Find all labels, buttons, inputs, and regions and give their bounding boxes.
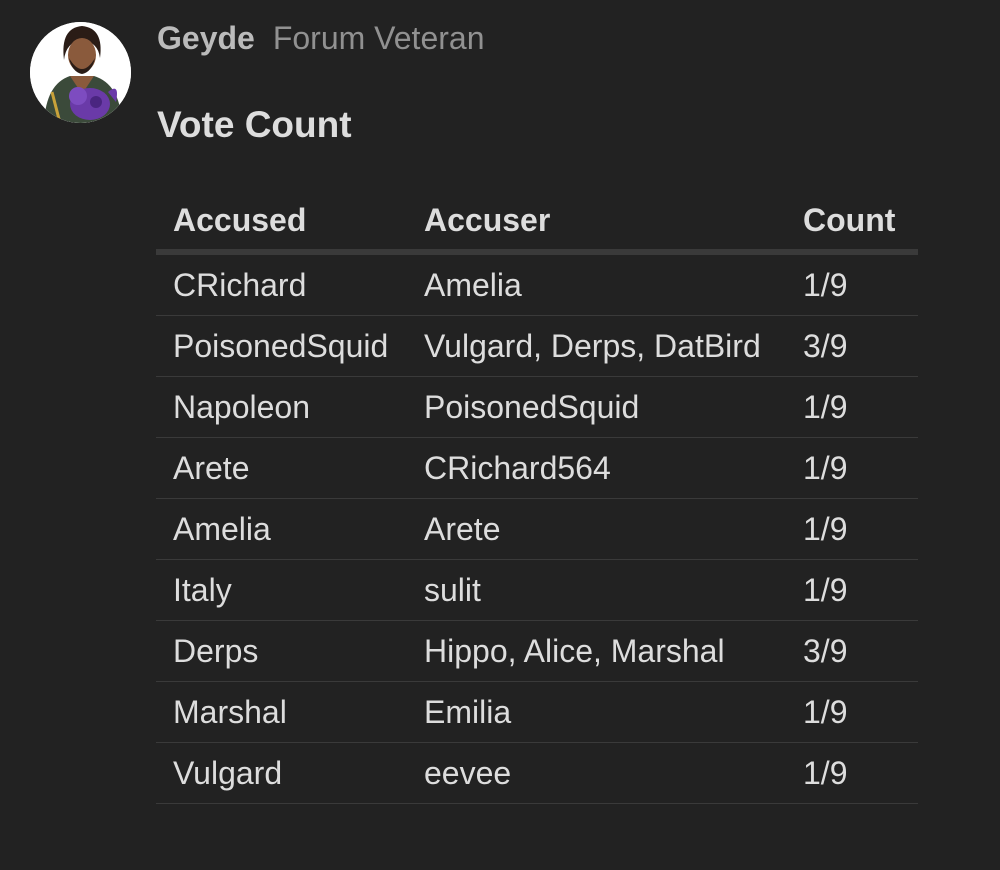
count-cell: 3/9 [786,315,918,377]
table-row: Derps Hippo, Alice, Marshal 3/9 [156,620,918,682]
accused-cell: Marshal [156,681,407,743]
accuser-cell: Vulgard, Derps, DatBird [407,315,786,377]
table-row: Vulgard eevee 1/9 [156,742,918,804]
accused-cell: Vulgard [156,742,407,804]
count-cell: 3/9 [786,620,918,682]
count-cell: 1/9 [786,559,918,621]
accuser-cell: CRichard564 [407,437,786,499]
accused-cell: Amelia [156,498,407,560]
table-row: Marshal Emilia 1/9 [156,681,918,743]
table-row: CRichard Amelia 1/9 [156,252,918,316]
username-link[interactable]: Geyde [157,20,255,57]
accuser-cell: Emilia [407,681,786,743]
table-row: Italy sulit 1/9 [156,559,918,621]
table-row: Amelia Arete 1/9 [156,498,918,560]
accuser-cell: eevee [407,742,786,804]
accused-cell: PoisonedSquid [156,315,407,377]
accuser-cell: sulit [407,559,786,621]
post-heading: Vote Count [157,104,352,145]
table-row: Napoleon PoisonedSquid 1/9 [156,376,918,438]
header-accuser: Accuser [407,191,786,255]
accused-cell: Arete [156,437,407,499]
accuser-cell: Arete [407,498,786,560]
table-header-row: Accused Accuser Count [156,191,918,255]
count-cell: 1/9 [786,498,918,560]
table-row: Arete CRichard564 1/9 [156,437,918,499]
count-cell: 1/9 [786,681,918,743]
header-count: Count [786,191,918,255]
accused-cell: Italy [156,559,407,621]
accused-cell: CRichard [156,252,407,316]
accused-cell: Napoleon [156,376,407,438]
user-title: Forum Veteran [272,20,485,56]
table-row: PoisonedSquid Vulgard, Derps, DatBird 3/… [156,315,918,377]
accuser-cell: Amelia [407,252,786,316]
accused-cell: Derps [156,620,407,682]
user-avatar[interactable] [30,22,131,123]
header-accused: Accused [156,191,407,255]
count-cell: 1/9 [786,437,918,499]
avatar-illustration [30,22,131,123]
accuser-cell: PoisonedSquid [407,376,786,438]
accuser-cell: Hippo, Alice, Marshal [407,620,786,682]
post-author-line: Geyde Forum Veteran [157,20,484,60]
vote-count-table: Accused Accuser Count CRichard Amelia 1/… [156,191,918,804]
count-cell: 1/9 [786,742,918,804]
count-cell: 1/9 [786,252,918,316]
count-cell: 1/9 [786,376,918,438]
